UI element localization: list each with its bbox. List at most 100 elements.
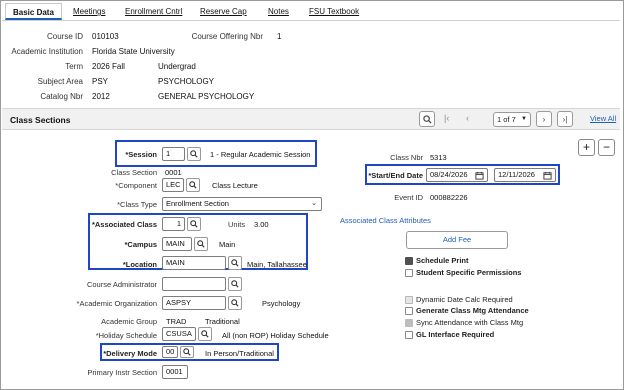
acad-group-label: Academic Group [101,317,157,326]
tab-fsu-textbook[interactable]: FSU Textbook [309,3,359,20]
delivery-mode-input[interactable]: 00 [162,346,178,358]
term-label: Term [65,62,83,71]
next-page-icon: › [542,114,546,124]
end-date-value: 12/11/2026 [498,170,535,179]
location-desc: Main, Tallahassee [247,260,307,269]
location-lookup-button[interactable] [228,256,242,270]
add-row-button[interactable]: + [578,139,595,156]
acad-org-label: *Academic Organization [76,299,157,308]
search-icon [231,280,239,288]
location-input[interactable]: MAIN [162,256,226,270]
subject-desc: PSYCHOLOGY [158,77,215,86]
calendar-icon[interactable] [475,171,484,180]
event-id-value: 000882226 [430,193,468,202]
holiday-label: *Holiday Schedule [95,331,157,340]
course-id-label: Course ID [46,32,83,41]
campus-desc: Main [219,240,236,249]
course-admin-label: Course Administrator [86,280,157,289]
schedule-print-checkbox[interactable] [405,257,413,265]
campus-input[interactable]: MAIN [162,237,192,251]
units-label: Units [228,220,246,229]
class-type-select[interactable]: Enrollment Section ⌄ [162,197,322,211]
session-input[interactable]: 1 [162,147,185,161]
search-button[interactable] [419,111,435,127]
sync-attendance-checkbox[interactable] [405,319,413,327]
previous-page-icon[interactable]: ‹ [466,113,469,123]
holiday-lookup-button[interactable] [198,327,212,341]
tab-meetings[interactable]: Meetings [73,3,105,20]
tab-notes[interactable]: Notes [268,3,289,20]
assoc-class-label: *Associated Class [91,220,157,229]
first-page-icon[interactable]: |‹ [444,113,449,123]
search-icon [197,240,205,248]
catalog-value: 2012 [92,92,110,101]
primary-instr-input[interactable]: 0001 [162,365,188,379]
session-label: *Session [125,150,157,159]
dates-label: *Start/End Date [368,171,423,180]
search-icon [201,330,209,338]
session-desc: 1 - Regular Academic Session [210,150,311,159]
primary-instr-label: Primary Instr Section [87,368,157,377]
search-icon [422,114,432,124]
subject-label: Subject Area [37,77,83,86]
next-page-button[interactable]: › [536,111,552,127]
chevron-down-icon: ▼ [521,116,527,122]
component-lookup-button[interactable] [186,178,200,192]
class-section-label: Class Section [111,168,157,177]
start-date-input[interactable]: 08/24/2026 [426,168,488,182]
component-desc: Class Lecture [212,181,258,190]
acad-org-input[interactable]: ASPSY [162,296,226,310]
last-page-button[interactable]: ›| [557,111,573,127]
chevron-down-icon: ⌄ [311,200,317,207]
tab-enrollment-cntrl[interactable]: Enrollment Cntrl [125,3,182,20]
offering-value: 1 [277,32,282,41]
gl-interface-checkbox[interactable] [405,331,413,339]
course-admin-input[interactable] [162,277,226,291]
delivery-mode-desc: In Person/Traditional [205,349,274,358]
delivery-mode-lookup-button[interactable] [180,346,194,358]
holiday-input[interactable]: CSUSA [162,327,196,341]
acad-org-lookup-button[interactable] [228,296,242,310]
student-specific-permissions-label: Student Specific Permissions [416,268,522,277]
campus-lookup-button[interactable] [194,237,208,251]
class-type-label: *Class Type [117,200,157,209]
search-icon [190,150,198,158]
calendar-icon[interactable] [543,171,552,180]
tab-divider [2,20,620,21]
course-admin-lookup-button[interactable] [228,277,242,291]
assoc-class-lookup-button[interactable] [187,217,201,231]
assoc-class-input[interactable]: 1 [162,217,185,231]
generate-class-mtg-attendance-label: Generate Class Mtg Attendance [416,306,529,315]
class-nbr-label: Class Nbr [390,153,423,162]
search-icon [189,181,197,189]
pager-value: 1 of 7 [497,115,516,124]
associated-class-attributes-link[interactable]: Associated Class Attributes [340,216,431,225]
acad-org-desc: Psychology [262,299,301,308]
schedule-print-label: Schedule Print [416,256,469,265]
tab-basic-data[interactable]: Basic Data [5,3,62,20]
campus-label: *Campus [124,240,157,249]
dynamic-date-calc-checkbox[interactable] [405,296,413,304]
class-section-value: 0001 [165,168,182,177]
last-page-icon: ›| [562,114,568,124]
term-value: 2026 Fall [92,62,125,71]
class-type-value: Enrollment Section [166,199,229,208]
career-value: Undergrad [158,62,196,71]
event-id-label: Event ID [394,193,423,202]
acad-group-value: TRAD [166,317,187,326]
tab-reserve-cap[interactable]: Reserve Cap [200,3,247,20]
add-fee-button[interactable]: Add Fee [406,231,508,249]
pager-select[interactable]: 1 of 7 ▼ [493,112,531,127]
component-input[interactable]: LEC [162,178,184,192]
view-all-link[interactable]: View All [590,114,616,123]
acad-group-desc: Traditional [205,317,240,326]
course-id-value: 010103 [92,32,119,41]
generate-class-mtg-attendance-checkbox[interactable] [405,307,413,315]
end-date-input[interactable]: 12/11/2026 [494,168,556,182]
offering-label: Course Offering Nbr [191,32,263,41]
search-icon [231,259,239,267]
delete-row-button[interactable]: − [598,139,615,156]
session-lookup-button[interactable] [187,147,201,161]
student-specific-permissions-checkbox[interactable] [405,269,413,277]
start-date-value: 08/24/2026 [430,170,468,179]
